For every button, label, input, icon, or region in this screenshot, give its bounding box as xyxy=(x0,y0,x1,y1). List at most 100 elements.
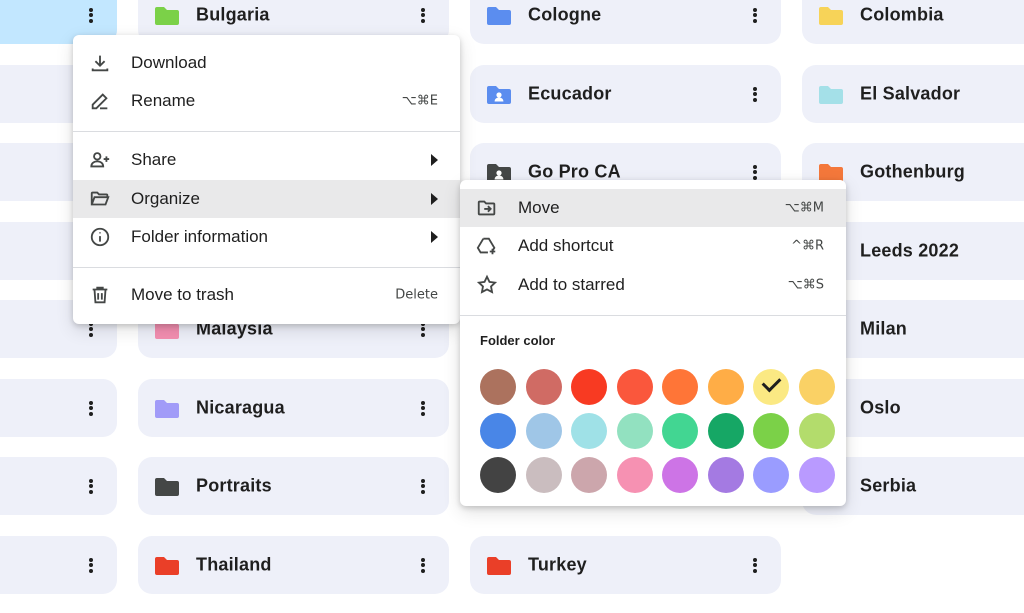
folder-icon xyxy=(155,557,179,575)
menu-divider xyxy=(460,315,846,316)
color-swatch[interactable] xyxy=(707,457,744,493)
more-vert-icon[interactable] xyxy=(411,3,435,27)
folder-name: El Salvador xyxy=(860,83,961,104)
folder-tile[interactable] xyxy=(0,457,117,515)
folder-color-label: Folder color xyxy=(480,333,556,348)
color-swatch[interactable] xyxy=(707,413,744,449)
menu-item-rename[interactable]: Rename ⌥⌘E xyxy=(73,82,460,120)
color-swatch[interactable] xyxy=(571,413,607,449)
menu-item-label: Rename xyxy=(131,91,196,110)
shortcut-text: ⌥⌘S xyxy=(787,277,824,293)
menu-item-move[interactable]: Move ⌥⌘M xyxy=(460,189,846,227)
color-swatch[interactable] xyxy=(662,369,698,405)
folder-icon xyxy=(487,7,511,25)
folder-tile[interactable]: El Salvador xyxy=(802,65,1024,123)
shared-folder-icon xyxy=(487,86,511,104)
menu-item-label: Share xyxy=(131,150,177,169)
menu-divider xyxy=(73,267,460,268)
menu-item-share[interactable]: Share xyxy=(73,141,460,179)
shortcut-text: ^⌘R xyxy=(791,238,824,254)
more-vert-icon[interactable] xyxy=(79,3,103,27)
folder-name: Gothenburg xyxy=(860,161,965,182)
folder-name: Colombia xyxy=(860,4,944,25)
folder-name: Milan xyxy=(860,318,908,339)
menu-item-download[interactable]: Download xyxy=(73,44,460,82)
folder-name: Portraits xyxy=(196,475,272,496)
color-swatch[interactable] xyxy=(616,457,653,493)
folder-tile[interactable]: Nicaragua xyxy=(138,379,449,437)
color-swatch[interactable] xyxy=(480,413,516,449)
menu-item-label: Add shortcut xyxy=(518,236,614,255)
menu-divider xyxy=(73,131,460,132)
color-swatch[interactable] xyxy=(753,413,789,449)
more-vert-icon[interactable] xyxy=(411,474,435,498)
color-swatch[interactable] xyxy=(571,457,607,493)
shortcut-text: Delete xyxy=(395,287,438,303)
move-icon xyxy=(477,200,496,216)
star-icon xyxy=(476,274,498,294)
folder-tile[interactable]: Colombia xyxy=(802,0,1024,44)
folder-name: Serbia xyxy=(860,475,917,496)
more-vert-icon[interactable] xyxy=(79,553,103,577)
more-vert-icon[interactable] xyxy=(743,553,767,577)
organize-submenu: Move ⌥⌘M Add shortcut ^⌘R Add to starred… xyxy=(460,180,846,506)
more-vert-icon[interactable] xyxy=(411,396,435,420)
more-vert-icon[interactable] xyxy=(743,3,767,27)
more-vert-icon[interactable] xyxy=(411,553,435,577)
folder-name: Bulgaria xyxy=(196,4,270,25)
more-vert-icon[interactable] xyxy=(79,474,103,498)
folder-tile[interactable]: Portraits xyxy=(138,457,449,515)
color-swatch[interactable] xyxy=(798,413,835,449)
menu-item-organize[interactable]: Organize xyxy=(73,180,460,218)
folder-icon xyxy=(155,7,179,25)
color-swatch[interactable] xyxy=(480,369,516,405)
chevron-right-icon xyxy=(431,193,438,205)
menu-item-add-to-starred[interactable]: Add to starred ⌥⌘S xyxy=(460,266,846,304)
more-vert-icon[interactable] xyxy=(79,396,103,420)
color-swatch[interactable] xyxy=(798,457,835,493)
context-menu: Download Rename ⌥⌘E Share Organize Folde… xyxy=(73,35,460,324)
rename-icon xyxy=(91,93,108,110)
color-swatch[interactable] xyxy=(571,369,607,405)
folder-tile[interactable]: Cologne xyxy=(470,0,781,44)
folder-name: Cologne xyxy=(528,4,602,25)
color-swatch[interactable] xyxy=(753,369,789,405)
color-swatch[interactable] xyxy=(616,369,653,405)
color-swatch[interactable] xyxy=(525,413,562,449)
folder-tile[interactable]: Turkey xyxy=(470,536,781,594)
color-swatch[interactable] xyxy=(662,457,698,493)
folder-name: Leeds 2022 xyxy=(860,240,960,261)
menu-item-label: Move xyxy=(518,198,560,217)
color-swatch[interactable] xyxy=(616,413,653,449)
menu-item-add-shortcut[interactable]: Add shortcut ^⌘R xyxy=(460,227,846,265)
shortcut-text: ⌥⌘M xyxy=(784,200,824,216)
folder-open-icon xyxy=(90,191,110,206)
color-swatch[interactable] xyxy=(707,369,744,405)
folder-name: Ecucador xyxy=(528,83,612,104)
color-swatch[interactable] xyxy=(480,457,516,493)
folder-tile[interactable] xyxy=(0,536,117,594)
folder-icon xyxy=(819,7,843,25)
shortcut-text: ⌥⌘E xyxy=(401,93,438,109)
folder-icon xyxy=(487,557,511,575)
menu-item-move-to-trash[interactable]: Move to trash Delete xyxy=(73,276,460,314)
folder-tile[interactable] xyxy=(0,379,117,437)
folder-tile[interactable]: Ecucador xyxy=(470,65,781,123)
download-icon xyxy=(91,55,109,72)
color-swatch[interactable] xyxy=(798,369,835,405)
color-swatch[interactable] xyxy=(525,369,562,405)
folder-tile[interactable]: Thailand xyxy=(138,536,449,594)
checkmark-icon xyxy=(761,372,782,393)
folder-name: Thailand xyxy=(196,554,272,575)
folder-name: Oslo xyxy=(860,397,901,418)
color-swatch[interactable] xyxy=(753,457,789,493)
add-shortcut-icon xyxy=(476,237,496,255)
menu-item-folder-information[interactable]: Folder information xyxy=(73,218,460,256)
folder-name: Nicaragua xyxy=(196,397,285,418)
color-swatch[interactable] xyxy=(525,457,562,493)
share-icon xyxy=(90,152,110,168)
menu-item-label: Move to trash xyxy=(131,285,234,304)
folder-icon xyxy=(819,86,843,104)
more-vert-icon[interactable] xyxy=(743,82,767,106)
color-swatch[interactable] xyxy=(662,413,698,449)
